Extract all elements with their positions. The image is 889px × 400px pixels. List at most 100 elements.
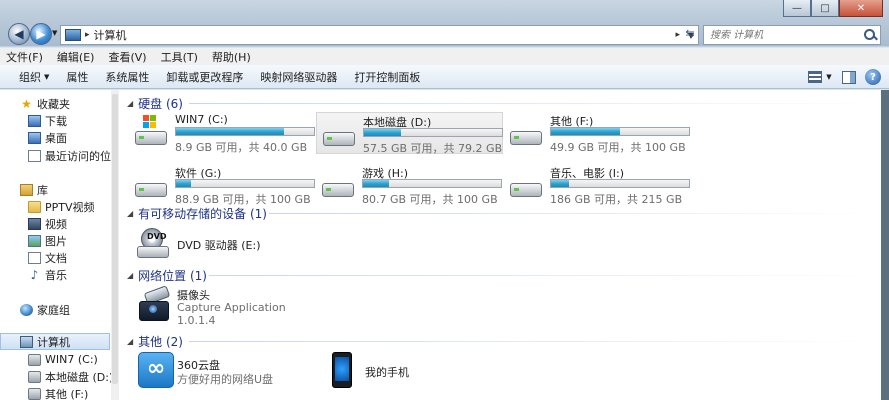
drive-tile[interactable]: 音乐、电影 (I:) 186 GB 可用，共 215 GB (504, 164, 691, 206)
sidebar-item-label: 文档 (45, 251, 67, 265)
sidebar-homegroup[interactable]: 家庭组 (20, 301, 70, 318)
back-button[interactable]: ◀ (8, 23, 30, 45)
breadcrumb-separator[interactable]: ▸ (85, 30, 90, 40)
sidebar-computer[interactable]: 计算机 (0, 333, 110, 350)
drive-usage-bar (175, 127, 315, 136)
address-bar[interactable]: ▸ 计算机 ▸ ▼ (60, 25, 699, 45)
drive-icon (28, 370, 41, 383)
refresh-icon[interactable]: ⇆ (681, 25, 699, 43)
drive-space-info: 57.5 GB 可用，共 79.2 GB (363, 142, 503, 155)
document-icon (28, 251, 41, 264)
organize-button[interactable]: 组织 ▼ (19, 69, 49, 85)
collapse-triangle-icon: ◢ (127, 337, 134, 346)
sidebar-item-pictures[interactable]: 图片 (28, 232, 67, 249)
camera-lens (149, 305, 157, 313)
breadcrumb-computer[interactable]: 计算机 (94, 27, 676, 43)
sidebar-favorites-label: 收藏夹 (37, 97, 70, 111)
change-view-icon[interactable] (807, 69, 823, 85)
uninstall-program-button[interactable]: 卸载或更改程序 (166, 69, 243, 85)
help-icon[interactable]: ? (865, 69, 881, 85)
sidebar-item-documents[interactable]: 文档 (28, 249, 67, 266)
sidebar-item-music[interactable]: ♪ 音乐 (28, 266, 67, 283)
drive-usage-bar (550, 127, 690, 136)
collapse-triangle-icon: ◢ (127, 271, 134, 280)
sidebar-item-drive-c[interactable]: WIN7 (C:) (28, 351, 98, 368)
sidebar-item-downloads[interactable]: 下载 (28, 112, 67, 129)
group-header-other[interactable]: ◢ 其他 (2) (127, 333, 183, 350)
drive-usage-fill (551, 128, 620, 135)
properties-button[interactable]: 属性 (66, 69, 88, 85)
drive-tile[interactable]: 软件 (G:) 88.9 GB 可用，共 100 GB (129, 164, 316, 206)
drive-tile[interactable]: 本地磁盘 (D:) 57.5 GB 可用，共 79.2 GB (316, 112, 503, 155)
close-button[interactable]: ✕ (839, 0, 883, 17)
menu-bar: 文件(F) 编辑(E) 查看(V) 工具(T) 帮助(H) (0, 48, 889, 65)
library-icon (20, 183, 33, 196)
sidebar-libraries[interactable]: 库 (20, 181, 48, 198)
sidebar-item-label: 下载 (45, 114, 67, 128)
sidebar-item-label: 本地磁盘 (D:) (45, 370, 112, 384)
group-divider (209, 275, 879, 276)
phone-icon (332, 352, 352, 388)
homegroup-icon (20, 303, 33, 316)
search-icon[interactable] (863, 28, 877, 42)
sidebar-item-pptv[interactable]: PPTV视频 (28, 198, 95, 215)
search-box[interactable] (703, 25, 881, 45)
sidebar-item-desktop[interactable]: 桌面 (28, 129, 67, 146)
other-item-360-cloud[interactable]: 360云盘 方便好用的网络U盘 (138, 352, 308, 390)
network-camera[interactable]: 摄像头 Capture Application 1.0.1.4 (137, 285, 307, 329)
dvd-drive-body (137, 246, 169, 258)
scrollbar-thumb[interactable] (112, 94, 118, 384)
system-properties-button[interactable]: 系统属性 (105, 69, 149, 85)
sidebar-item-drive-f[interactable]: 其他 (F:) (28, 385, 88, 400)
group-title: 有可移动存储的设备 (1) (138, 207, 267, 221)
group-divider (189, 341, 879, 342)
group-divider (269, 213, 879, 214)
breadcrumb-separator-end[interactable]: ▸ (675, 30, 680, 40)
windows-drive-icon (135, 115, 167, 147)
maximize-button[interactable]: □ (811, 0, 839, 17)
group-header-removable[interactable]: ◢ 有可移动存储的设备 (1) (127, 205, 267, 222)
sidebar-item-recent-places[interactable]: 最近访问的位置 (28, 147, 111, 164)
drive-usage-bar (175, 179, 315, 188)
sidebar-homegroup-label: 家庭组 (37, 303, 70, 317)
sidebar-item-label: PPTV视频 (45, 200, 95, 214)
other-item-my-phone[interactable]: 我的手机 (326, 352, 496, 390)
view-dropdown-icon[interactable]: ▼ (825, 69, 833, 85)
sidebar-scrollbar[interactable] (111, 90, 119, 400)
menu-help[interactable]: 帮助(H) (212, 49, 251, 65)
menu-view[interactable]: 查看(V) (108, 49, 146, 65)
recent-pages-dropdown-icon[interactable]: ▼ (52, 29, 57, 37)
star-icon: ★ (21, 96, 32, 111)
recent-places-icon (28, 149, 41, 162)
content-pane: ◢ 硬盘 (6) WIN7 (C:) 8.9 GB 可用，共 40.0 GB 本地磁… (119, 90, 889, 400)
collapse-triangle-icon: ◢ (127, 99, 134, 108)
dvd-drive[interactable]: DVD DVD 驱动器 (E:) (137, 226, 307, 266)
network-item-version: 1.0.1.4 (177, 314, 216, 327)
forward-button[interactable]: ▶ (30, 23, 52, 45)
group-header-hdd[interactable]: ◢ 硬盘 (6) (127, 95, 183, 112)
drive-usage-fill (363, 180, 390, 187)
desktop-icon (28, 131, 41, 144)
sidebar-libraries-label: 库 (37, 183, 48, 197)
drive-usage-fill (176, 180, 192, 187)
minimize-button[interactable]: — (783, 0, 811, 17)
search-input[interactable] (704, 28, 863, 42)
windows-logo-icon (143, 115, 157, 129)
sidebar-item-label: WIN7 (C:) (45, 353, 98, 366)
drive-tile[interactable]: WIN7 (C:) 8.9 GB 可用，共 40.0 GB (129, 112, 316, 154)
sidebar-favorites[interactable]: ★ 收藏夹 (20, 95, 70, 112)
menu-tools[interactable]: 工具(T) (161, 49, 198, 65)
group-divider (189, 103, 879, 104)
menu-file[interactable]: 文件(F) (6, 49, 43, 65)
preview-pane-icon[interactable] (841, 69, 857, 85)
drive-tile[interactable]: 游戏 (H:) 80.7 GB 可用，共 100 GB (316, 164, 503, 206)
sidebar-item-videos[interactable]: 视频 (28, 215, 67, 232)
open-control-panel-button[interactable]: 打开控制面板 (354, 69, 420, 85)
drive-tile[interactable]: 其他 (F:) 49.9 GB 可用，共 100 GB (504, 112, 691, 154)
drive-space-info: 8.9 GB 可用，共 40.0 GB (175, 141, 308, 154)
menu-edit[interactable]: 编辑(E) (57, 49, 95, 65)
group-header-network[interactable]: ◢ 网络位置 (1) (127, 267, 207, 284)
map-network-drive-button[interactable]: 映射网络驱动器 (260, 69, 337, 85)
drive-usage-bar (550, 179, 690, 188)
sidebar-item-drive-d[interactable]: 本地磁盘 (D:) (28, 368, 112, 385)
